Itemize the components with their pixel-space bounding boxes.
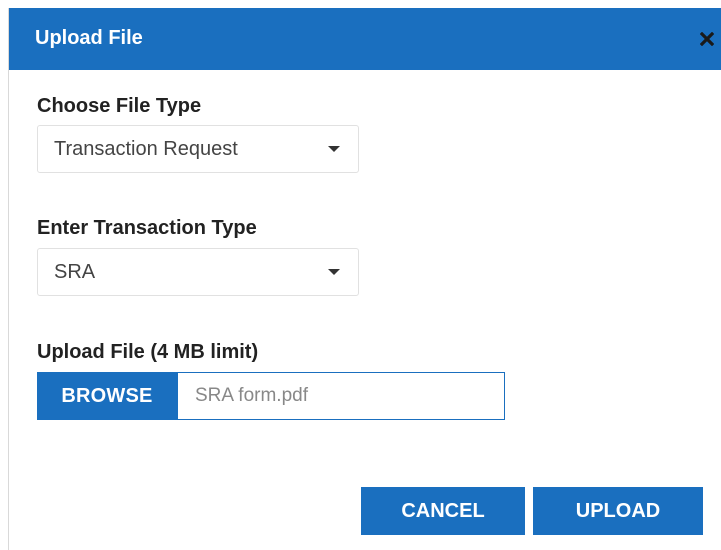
transaction-type-label: Enter Transaction Type	[37, 217, 257, 239]
upload-file-dialog: Upload File Choose File Type Transaction…	[8, 8, 721, 550]
transaction-type-selected-value: SRA	[54, 261, 96, 283]
cancel-button[interactable]: CANCEL	[361, 487, 525, 535]
transaction-type-select[interactable]: SRA	[37, 248, 359, 296]
upload-button[interactable]: UPLOAD	[533, 487, 703, 535]
close-button[interactable]	[692, 22, 721, 56]
dialog-title: Upload File	[35, 27, 143, 49]
file-upload-control: BROWSE SRA form.pdf	[37, 372, 505, 420]
dialog-titlebar: Upload File	[9, 8, 721, 70]
file-name-field[interactable]: SRA form.pdf	[177, 372, 505, 420]
browse-button[interactable]: BROWSE	[37, 372, 177, 420]
file-type-select[interactable]: Transaction Request	[37, 125, 359, 173]
chevron-down-icon	[328, 269, 340, 275]
upload-file-label: Upload File (4 MB limit)	[37, 341, 259, 363]
file-name-text: SRA form.pdf	[195, 385, 308, 406]
file-type-selected-value: Transaction Request	[54, 138, 238, 160]
file-type-label: Choose File Type	[37, 95, 202, 117]
chevron-down-icon	[328, 146, 340, 152]
close-icon	[700, 32, 714, 46]
